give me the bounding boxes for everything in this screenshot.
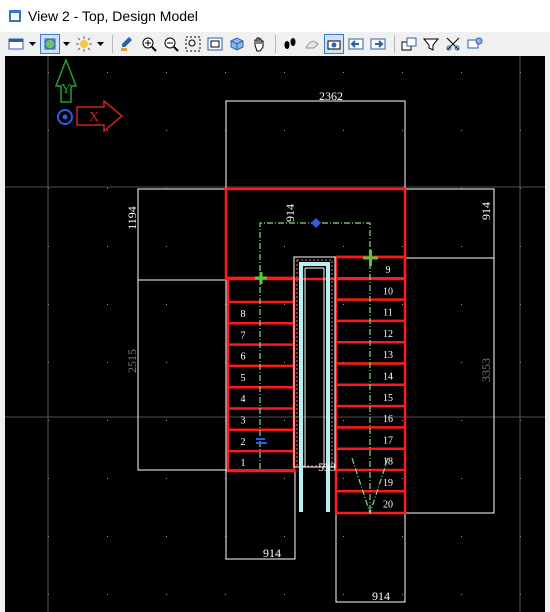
dimension-labels: 2362 1194 2515 914 3353 914 914 914 533 — [125, 89, 493, 603]
tread-number: 12 — [383, 329, 393, 340]
tread-number: 16 — [383, 414, 393, 425]
tread-number: 19 — [383, 478, 393, 489]
view-attributes-icon[interactable] — [6, 34, 26, 54]
tread-number: 20 — [383, 499, 393, 510]
tread-number: 1 — [241, 458, 246, 469]
walk-icon[interactable] — [280, 34, 300, 54]
title-bar: View 2 - Top, Design Model — [0, 0, 550, 32]
dim-right-upper: 914 — [479, 202, 493, 220]
y-axis-label: Y — [61, 82, 71, 97]
copy-view-icon[interactable] — [399, 34, 419, 54]
fit-view-icon[interactable] — [205, 34, 225, 54]
dim-left-lower: 2515 — [125, 349, 139, 373]
dim-right-lower: 3353 — [479, 358, 493, 382]
wall-outlines — [137, 100, 495, 603]
tread-number: 11 — [383, 308, 393, 319]
fly-icon[interactable] — [302, 34, 322, 54]
separator — [112, 35, 113, 53]
y-axis-arrow: Y — [54, 57, 78, 103]
view-toolbar — [0, 32, 550, 56]
dim-flight-width: 914 — [283, 204, 297, 222]
wall-right — [404, 188, 495, 514]
chevron-down-icon[interactable] — [28, 34, 37, 54]
zoom-out-icon[interactable] — [161, 34, 181, 54]
view-previous-icon[interactable] — [346, 34, 366, 54]
view-display-mode-icon[interactable] — [40, 34, 60, 54]
tread-number: 9 — [386, 265, 391, 276]
separator — [275, 35, 276, 53]
tread-number: 4 — [241, 394, 246, 405]
clip-mask-icon[interactable] — [443, 34, 463, 54]
direction-marker-icon — [256, 438, 267, 444]
drawing-view[interactable]: Y X 87654321 910111213141516171 — [5, 56, 545, 612]
tread-number: 14 — [383, 372, 393, 383]
separator — [394, 35, 395, 53]
wall-bottom-right — [335, 512, 406, 603]
tread-number: 3 — [241, 416, 246, 427]
tread-number: 8 — [241, 309, 246, 320]
window-title: View 2 - Top, Design Model — [28, 8, 198, 24]
dim-bottom-right: 914 — [372, 589, 390, 603]
zoom-in-icon[interactable] — [139, 34, 159, 54]
rotate-view-icon[interactable] — [227, 34, 247, 54]
update-view-icon[interactable] — [117, 34, 137, 54]
design-canvas[interactable]: Y X 87654321 91011121314151617181920 236… — [5, 56, 545, 612]
chevron-down-icon[interactable] — [62, 34, 71, 54]
tread-number: 13 — [383, 350, 393, 361]
wall-bottom-left — [225, 469, 296, 560]
chevron-down-icon[interactable] — [96, 34, 105, 54]
grid-dots — [48, 72, 521, 595]
window-area-icon[interactable] — [183, 34, 203, 54]
pan-icon[interactable] — [249, 34, 269, 54]
tread-number: 7 — [241, 330, 246, 341]
dim-gap: 533 — [318, 460, 336, 474]
wall-top — [225, 100, 406, 190]
tread-number: 6 — [241, 352, 246, 363]
grid-reference-lines — [5, 56, 545, 612]
dim-left-upper: 1194 — [125, 206, 139, 230]
wall-left — [137, 188, 227, 471]
x-axis-label: X — [89, 110, 99, 125]
dim-top: 2362 — [319, 89, 343, 103]
axis-triad: Y X — [54, 57, 124, 133]
tread-number: 17 — [383, 435, 393, 446]
tread-number: 10 — [383, 286, 393, 297]
named-views-icon[interactable] — [465, 34, 485, 54]
view-window-icon — [9, 10, 21, 22]
view-next-icon[interactable] — [368, 34, 388, 54]
tread-number: 5 — [241, 373, 246, 384]
clip-volume-icon[interactable] — [421, 34, 441, 54]
x-axis-arrow: X — [76, 99, 124, 133]
dim-bottom-left: 914 — [263, 546, 281, 560]
render-icon[interactable] — [74, 34, 94, 54]
camera-icon[interactable] — [324, 34, 344, 54]
diamond-handle-icon — [311, 218, 321, 228]
tread-number: 15 — [383, 393, 393, 404]
tread-number: 2 — [241, 437, 246, 448]
